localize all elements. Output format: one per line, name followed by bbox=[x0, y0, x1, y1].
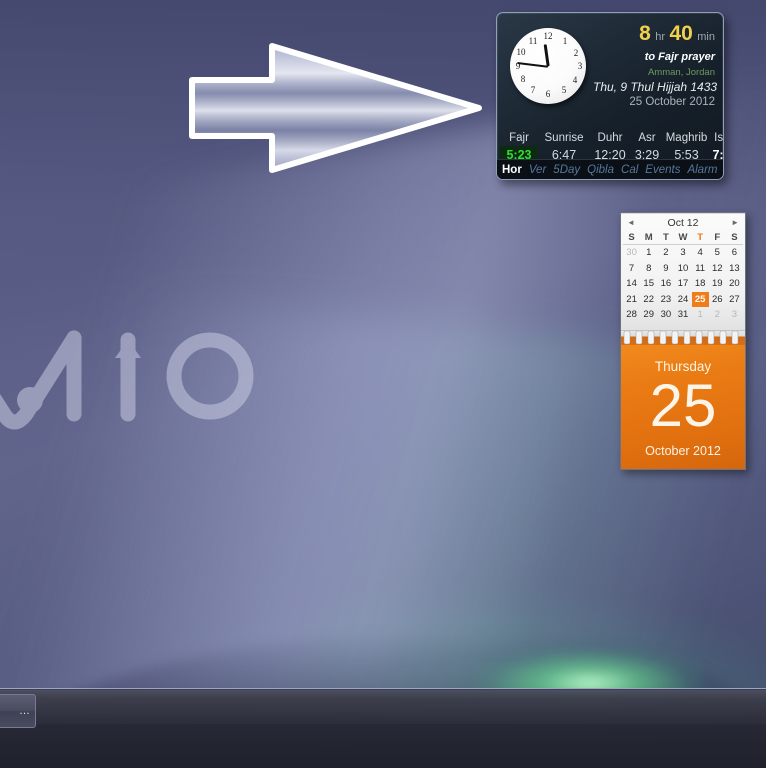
calendar-day[interactable]: 22 bbox=[640, 292, 657, 308]
tearoff-day-number: 25 bbox=[649, 372, 717, 439]
calendar-day[interactable]: 15 bbox=[640, 276, 657, 292]
calendar-day[interactable]: 28 bbox=[623, 307, 640, 323]
gadget-tab-bar[interactable]: Hor Ver 5Day Qibla Cal Events Alarm bbox=[497, 159, 723, 179]
tearoff-month-year: October 2012 bbox=[645, 444, 721, 458]
calendar-day[interactable]: 30 bbox=[623, 245, 640, 261]
calendar-day[interactable]: 6 bbox=[726, 245, 743, 261]
calendar-day[interactable]: 3 bbox=[726, 307, 743, 323]
calendar-day[interactable]: 16 bbox=[657, 276, 674, 292]
gadget-tab-hor[interactable]: Hor bbox=[502, 164, 522, 176]
annotation-arrow-icon bbox=[189, 43, 482, 173]
prayer-name: Sunrise bbox=[544, 132, 584, 144]
analog-clock-icon: 12 1 2 3 4 5 6 7 8 9 10 11 bbox=[506, 24, 590, 108]
calendar-day[interactable]: 26 bbox=[709, 292, 726, 308]
calendar-day-header: F bbox=[708, 231, 726, 245]
clock-numeral: 1 bbox=[562, 36, 568, 46]
calendar-day-today[interactable]: 25 bbox=[691, 291, 709, 307]
prayer-name: Asr bbox=[638, 132, 656, 144]
gadget-tab-alarm[interactable]: Alarm bbox=[687, 164, 717, 176]
prayer-times-gadget[interactable]: 12 1 2 3 4 5 6 7 8 9 10 11 8 hr 40 min t… bbox=[496, 12, 724, 180]
calendar-day-header: S bbox=[725, 231, 743, 245]
calendar-day-grid[interactable]: 30 1 2 3 4 5 6 7 8 9 10 11 12 13 14 15 16 17 18 19 20 21 22 23 2… bbox=[621, 245, 745, 323]
calendar-day-header: T bbox=[691, 231, 709, 245]
calendar-month-view[interactable]: ◄ Oct 12 ► SMTWTFS 30 1 2 3 4 5 6 7 8 9 10 11 12 13 14… bbox=[621, 214, 745, 331]
calendar-day-header: T bbox=[657, 231, 675, 245]
countdown-minutes: 40 bbox=[669, 22, 693, 45]
countdown-subtitle: to Fajr prayer bbox=[644, 51, 715, 63]
calendar-day[interactable]: 19 bbox=[709, 276, 726, 292]
calendar-spiral-binding bbox=[621, 331, 745, 345]
countdown-hours-unit: hr bbox=[655, 31, 665, 43]
calendar-day[interactable]: 5 bbox=[709, 245, 726, 261]
calendar-day[interactable]: 18 bbox=[692, 276, 709, 292]
taskbar-task-button[interactable]: … bbox=[0, 694, 36, 728]
prayer-name: Fajr bbox=[509, 132, 529, 144]
calendar-next-month-icon[interactable]: ► bbox=[731, 218, 739, 228]
calendar-day[interactable]: 10 bbox=[674, 261, 691, 277]
prayer-name: Duhr bbox=[597, 132, 623, 144]
countdown-hours: 8 bbox=[639, 22, 651, 45]
prayer-name: Maghrib bbox=[665, 132, 708, 144]
clock-numeral: 5 bbox=[561, 85, 567, 95]
calendar-day[interactable]: 3 bbox=[674, 245, 691, 261]
gregorian-date: 25 October 2012 bbox=[629, 96, 715, 108]
gadget-location: Amman, Jordan bbox=[647, 67, 715, 78]
desktop[interactable]: 12 1 2 3 4 5 6 7 8 9 10 11 8 hr 40 min t… bbox=[0, 0, 766, 768]
calendar-day[interactable]: 27 bbox=[726, 292, 743, 308]
clock-numeral: 7 bbox=[530, 85, 536, 95]
calendar-day[interactable]: 30 bbox=[657, 307, 674, 323]
calendar-day[interactable]: 31 bbox=[674, 307, 691, 323]
calendar-day[interactable]: 29 bbox=[640, 307, 657, 323]
clock-numeral: 3 bbox=[577, 61, 583, 71]
countdown-line: 8 hr 40 min bbox=[593, 21, 715, 50]
calendar-prev-month-icon[interactable]: ◄ bbox=[627, 218, 635, 228]
calendar-day[interactable]: 4 bbox=[692, 245, 709, 261]
taskbar[interactable]: … EN bbox=[0, 688, 766, 768]
prayer-name: Isha bbox=[714, 132, 724, 144]
calendar-day[interactable]: 20 bbox=[726, 276, 743, 292]
calendar-day[interactable]: 11 bbox=[692, 261, 709, 277]
taskbar-glass-highlight bbox=[0, 690, 766, 724]
calendar-day-headers: SMTWTFS bbox=[621, 231, 745, 245]
clock-numeral: 12 bbox=[543, 31, 553, 41]
calendar-day[interactable]: 17 bbox=[674, 276, 691, 292]
hijri-date: Thu, 9 Thul Hijjah 1433 bbox=[593, 80, 718, 94]
calendar-day-header: M bbox=[640, 231, 658, 245]
countdown-minutes-unit: min bbox=[697, 31, 715, 43]
gadget-tab-ver[interactable]: Ver bbox=[529, 164, 546, 176]
clock-numeral: 10 bbox=[516, 47, 526, 57]
calendar-day[interactable]: 14 bbox=[623, 276, 640, 292]
calendar-day[interactable]: 24 bbox=[674, 292, 691, 308]
calendar-day-header: W bbox=[674, 231, 692, 245]
tearoff-weekday: Thursday bbox=[654, 359, 712, 374]
calendar-gadget[interactable]: ◄ Oct 12 ► SMTWTFS 30 1 2 3 4 5 6 7 8 9 10 11 12 13 14… bbox=[620, 212, 746, 470]
calendar-day[interactable]: 23 bbox=[657, 292, 674, 308]
calendar-day[interactable]: 2 bbox=[709, 307, 726, 323]
calendar-day[interactable]: 8 bbox=[640, 261, 657, 277]
calendar-day[interactable]: 13 bbox=[726, 261, 743, 277]
calendar-day[interactable]: 1 bbox=[640, 245, 657, 261]
gadget-tab-qibla[interactable]: Qibla bbox=[587, 164, 614, 176]
calendar-day[interactable]: 2 bbox=[657, 245, 674, 261]
calendar-tearoff-sheet[interactable]: Thursday 25 October 2012 bbox=[621, 345, 745, 469]
clock-numeral: 6 bbox=[545, 89, 551, 99]
calendar-day[interactable]: 9 bbox=[657, 261, 674, 277]
calendar-nav: ◄ Oct 12 ► bbox=[621, 214, 745, 231]
calendar-day[interactable]: 12 bbox=[709, 261, 726, 277]
gadget-tab-events[interactable]: Events bbox=[645, 164, 680, 176]
calendar-day[interactable]: 21 bbox=[623, 292, 640, 308]
prayer-countdown-panel: 8 hr 40 min to Fajr prayer Amman, Jordan… bbox=[593, 21, 718, 109]
calendar-day[interactable]: 7 bbox=[623, 261, 640, 277]
calendar-day-header: S bbox=[623, 231, 641, 245]
calendar-day[interactable]: 1 bbox=[692, 307, 709, 323]
calendar-month-label: Oct 12 bbox=[667, 216, 699, 229]
gadget-tab-cal[interactable]: Cal bbox=[621, 164, 638, 176]
gadget-tab-5day[interactable]: 5Day bbox=[553, 164, 580, 176]
clock-numeral: 8 bbox=[520, 74, 526, 84]
clock-numeral: 4 bbox=[572, 75, 578, 85]
clock-numeral: 11 bbox=[528, 36, 538, 46]
clock-numeral: 2 bbox=[573, 48, 579, 58]
